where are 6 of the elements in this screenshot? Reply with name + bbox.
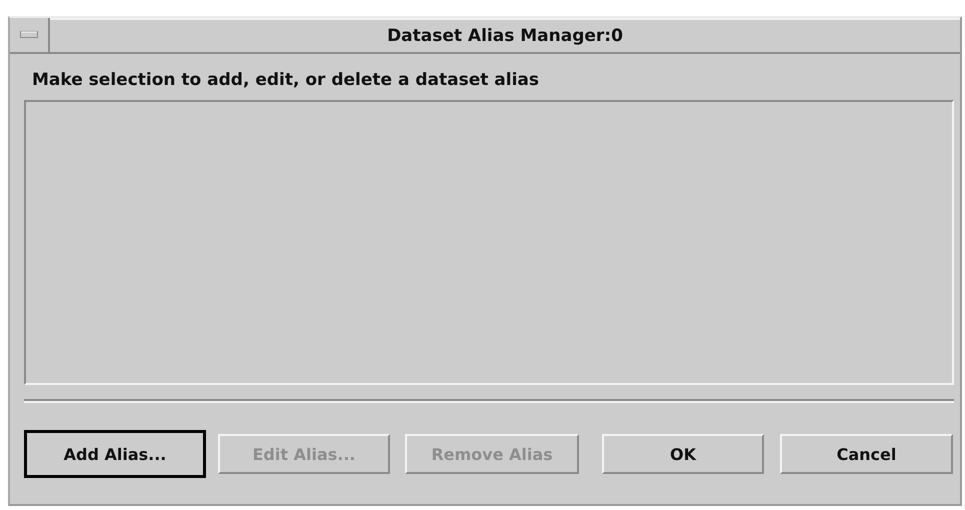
instruction-label: Make selection to add, edit, or delete a dataset alias xyxy=(32,70,540,90)
window-title: Dataset Alias Manager:0 xyxy=(50,18,960,52)
dialog-button[interactable]: Cancel xyxy=(780,434,953,474)
minimize-icon xyxy=(20,31,38,39)
dialog-button[interactable]: Add Alias... xyxy=(24,430,206,478)
dialog-button[interactable]: OK xyxy=(602,434,764,474)
